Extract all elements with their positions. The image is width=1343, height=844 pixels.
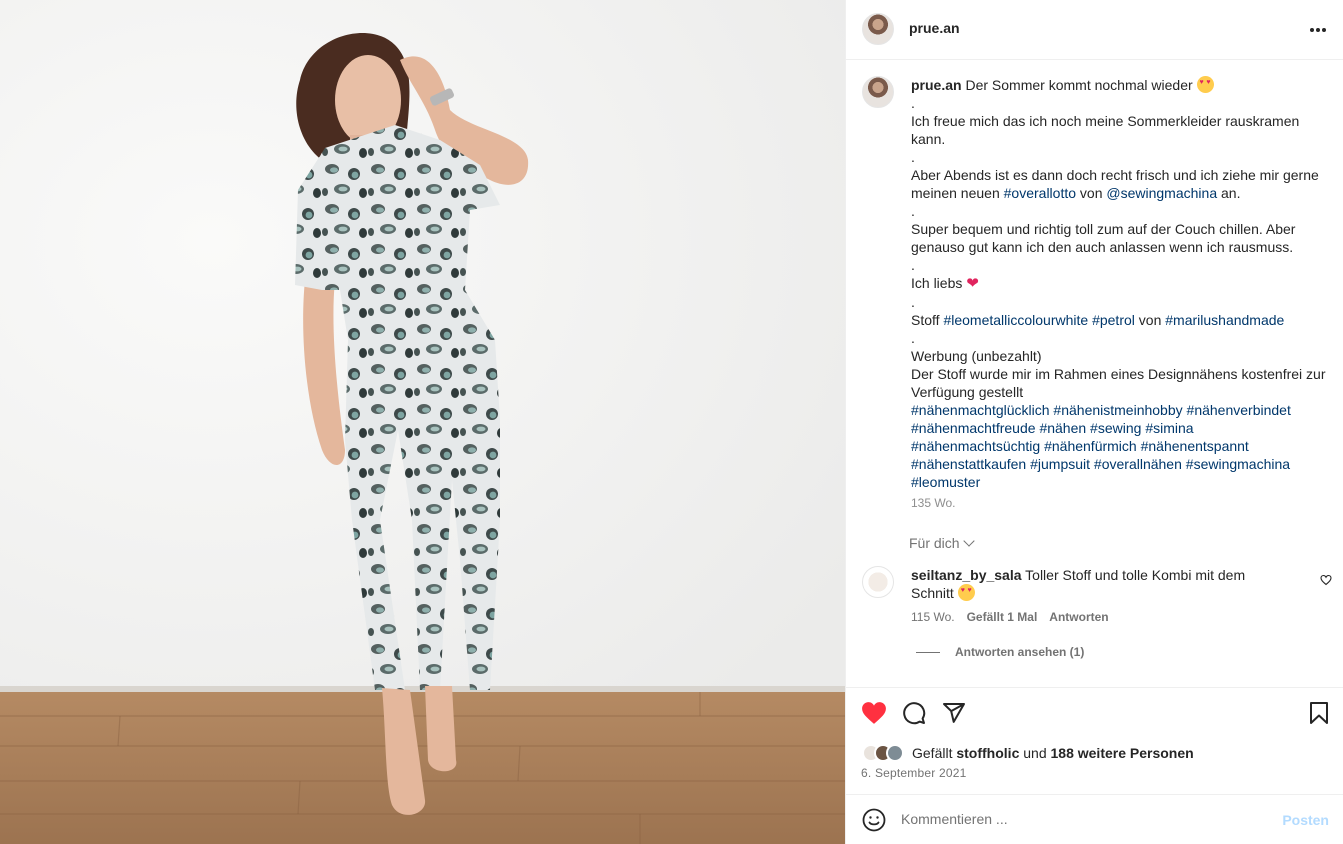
- author-username[interactable]: prue.an: [909, 20, 960, 36]
- comment-like-icon[interactable]: [1320, 574, 1332, 589]
- post-caption: prue.an Der Sommer kommt nochmal wieder …: [911, 76, 1326, 491]
- caption-text: Der Stoff wurde mir im Rahmen eines Desi…: [911, 366, 1330, 400]
- red-heart-emoji: ❤: [966, 275, 979, 292]
- commenter-avatar[interactable]: [862, 566, 894, 598]
- hashtag-link[interactable]: #nähenmachtsüchtig: [911, 438, 1040, 454]
- mention-link[interactable]: @sewingmachina: [1106, 185, 1217, 201]
- caption-timestamp[interactable]: 135 Wo.: [911, 496, 955, 510]
- caption-text: Super bequem und richtig toll zum auf de…: [911, 221, 1300, 255]
- liker-avatar: [886, 744, 904, 762]
- share-icon[interactable]: [941, 700, 967, 726]
- smile-icon[interactable]: [862, 808, 886, 835]
- likes-conj: und: [1023, 745, 1047, 761]
- commenter-username[interactable]: seiltanz_by_sala: [911, 567, 1022, 583]
- heart-eyes-emoji: [1196, 76, 1214, 93]
- caption-username[interactable]: prue.an: [911, 77, 962, 93]
- comments-section[interactable]: prue.an Der Sommer kommt nochmal wieder …: [846, 60, 1343, 687]
- comment-input[interactable]: [901, 811, 1261, 827]
- caption-text: Werbung (unbezahlt): [911, 348, 1042, 364]
- caption-text: Stoff: [911, 312, 940, 328]
- comment-item: seiltanz_by_sala Toller Stoff und tolle …: [911, 566, 1281, 602]
- caption-text: Ich freue mich das ich noch meine Sommer…: [911, 113, 1304, 147]
- hashtag-block: #nähenmachtglücklich #nähenistmeinhobby …: [911, 401, 1326, 491]
- hashtag-link[interactable]: #nähen: [1039, 420, 1086, 436]
- caption-text: Ich liebs: [911, 275, 963, 291]
- caption-dot: .: [911, 294, 915, 310]
- comment-meta: 115 Wo. Gefällt 1 Mal Antworten: [911, 610, 1109, 624]
- bookmark-icon[interactable]: [1306, 700, 1332, 726]
- hashtag-link[interactable]: #nähenistmeinhobby: [1053, 402, 1182, 418]
- comment-timestamp[interactable]: 115 Wo.: [911, 610, 955, 624]
- post-date[interactable]: 6. September 2021: [861, 766, 966, 780]
- reply-button[interactable]: Antworten: [1049, 610, 1108, 624]
- caption-dot: .: [911, 95, 915, 111]
- caption-line-1: prue.an Der Sommer kommt nochmal wieder: [911, 76, 1326, 94]
- caption-text: Ich liebs ❤: [911, 274, 1326, 293]
- hashtag-link[interactable]: #jumpsuit: [1030, 456, 1090, 472]
- post-actions: Gefällt stoffholic und 188 weitere Perso…: [846, 687, 1343, 794]
- heart-eyes-emoji: [957, 584, 975, 601]
- hashtag-link[interactable]: #nähenstattkaufen: [911, 456, 1026, 472]
- hashtag-link[interactable]: #nähenverbindet: [1187, 402, 1291, 418]
- photo-illustration: [0, 0, 845, 844]
- caption-dot: .: [911, 149, 915, 165]
- post-side-panel: prue.an prue.an Der Sommer kommt nochmal…: [845, 0, 1343, 844]
- caption-avatar[interactable]: [862, 76, 894, 108]
- caption-text: Stoff #leometalliccolourwhite #petrol vo…: [911, 311, 1326, 329]
- hashtag-link[interactable]: #sewing: [1090, 420, 1141, 436]
- comment-icon[interactable]: [901, 700, 927, 726]
- view-replies-label: Antworten ansehen (1): [955, 645, 1085, 659]
- hashtag-link[interactable]: #simina: [1145, 420, 1193, 436]
- caption-text: Der Sommer kommt nochmal wieder: [965, 77, 1193, 93]
- replies-divider: [916, 651, 940, 653]
- likes-others-count[interactable]: 188 weitere Personen: [1051, 745, 1194, 761]
- post-comment-button[interactable]: Posten: [1282, 812, 1329, 828]
- comment-sort-dropdown[interactable]: Für dich: [909, 534, 975, 551]
- likes-prefix: Gefällt: [912, 745, 953, 761]
- hashtag-link[interactable]: #overallnähen: [1094, 456, 1182, 472]
- caption-text: von: [1138, 312, 1162, 328]
- chevron-down-icon: [962, 534, 975, 547]
- hashtag-link[interactable]: #leometalliccolourwhite: [943, 312, 1088, 328]
- caption-text: Aber Abends ist es dann doch recht frisc…: [911, 166, 1326, 202]
- hashtag-link[interactable]: #nähenmachtfreude: [911, 420, 1036, 436]
- likes-text: Gefällt stoffholic und 188 weitere Perso…: [912, 745, 1194, 761]
- hashtag-link[interactable]: #petrol: [1092, 312, 1135, 328]
- author-avatar[interactable]: [862, 13, 894, 45]
- comment-composer: Posten: [846, 794, 1343, 844]
- likes-summary[interactable]: Gefällt stoffholic und 188 weitere Perso…: [862, 744, 1194, 762]
- hashtag-link[interactable]: #sewingmachina: [1186, 456, 1290, 472]
- caption-dot: .: [911, 203, 915, 219]
- caption-text: von: [1079, 185, 1103, 201]
- hashtag-link[interactable]: #nähenmachtglücklich: [911, 402, 1050, 418]
- post-photo[interactable]: [0, 0, 845, 844]
- post-header: prue.an: [846, 0, 1343, 60]
- view-replies-button[interactable]: Antworten ansehen (1): [916, 645, 1084, 659]
- hashtag-link[interactable]: #nähenentspannt: [1141, 438, 1249, 454]
- liker-username[interactable]: stoffholic: [956, 745, 1019, 761]
- hashtag-link[interactable]: #leomuster: [911, 474, 980, 490]
- hashtag-link[interactable]: #marilushandmade: [1165, 312, 1284, 328]
- hashtag-link[interactable]: #overallotto: [1004, 185, 1076, 201]
- sort-label: Für dich: [909, 535, 960, 551]
- caption-text: an.: [1221, 185, 1241, 201]
- caption-dot: .: [911, 330, 915, 346]
- hashtag-link[interactable]: #nähenfürmich: [1044, 438, 1137, 454]
- comment-likes-count[interactable]: Gefällt 1 Mal: [967, 610, 1038, 624]
- caption-dot: .: [911, 257, 915, 273]
- more-options-icon[interactable]: [1308, 20, 1328, 40]
- heart-icon[interactable]: [861, 700, 887, 726]
